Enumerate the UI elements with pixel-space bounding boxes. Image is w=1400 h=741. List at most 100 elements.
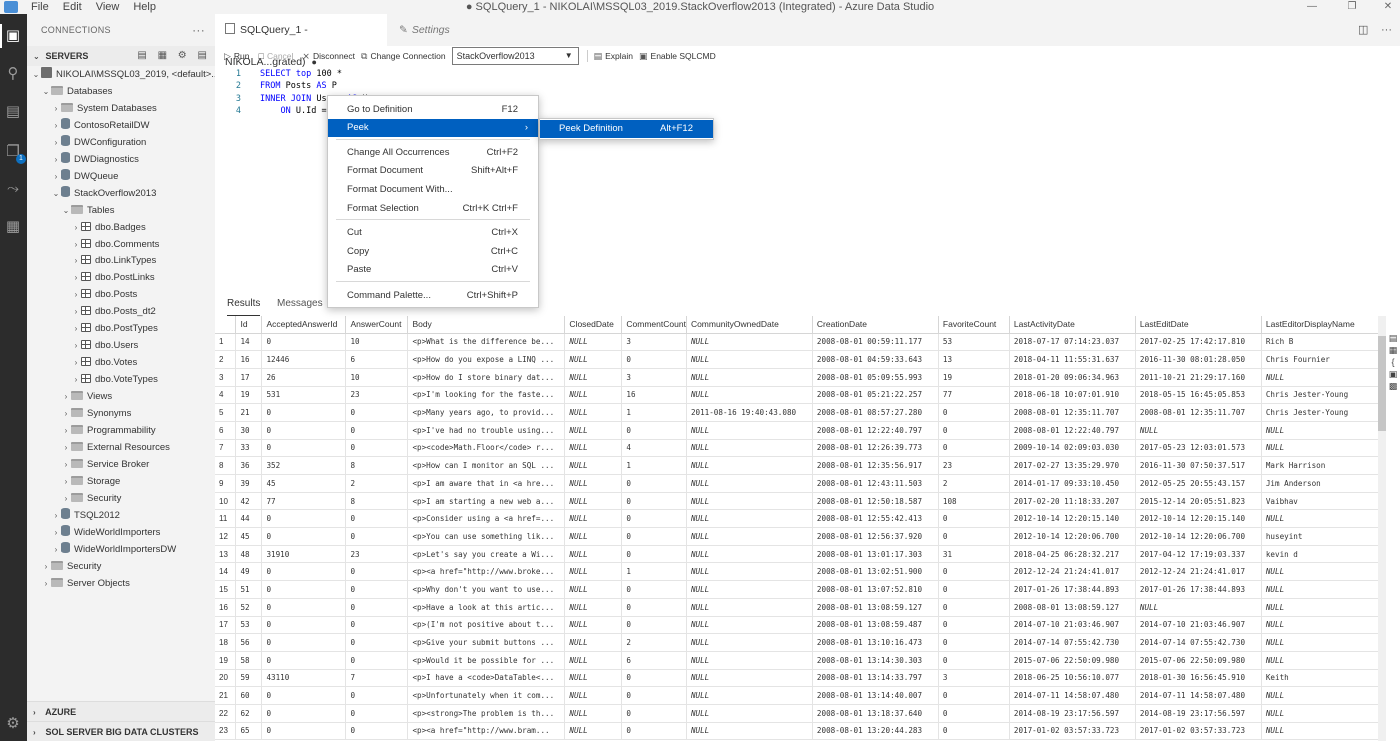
- menu-item[interactable]: Format Document Shift+Alt+F: [328, 162, 538, 180]
- table-cell[interactable]: 58: [235, 651, 263, 670]
- table-cell[interactable]: NULL: [564, 386, 623, 405]
- table-cell[interactable]: 6: [621, 651, 687, 670]
- table-cell[interactable]: 2008-08-01 13:14:33.797: [812, 669, 939, 688]
- table-cell[interactable]: 8: [345, 492, 409, 511]
- table-cell[interactable]: NULL: [686, 633, 813, 652]
- table-cell[interactable]: NULL: [1261, 368, 1380, 387]
- menu-view[interactable]: View: [89, 1, 127, 13]
- table-cell[interactable]: 2008-08-01 13:08:59.127: [812, 598, 939, 617]
- table-cell[interactable]: 1: [621, 562, 687, 582]
- column-header[interactable]: LastActivityDate: [1009, 316, 1136, 334]
- table-cell[interactable]: 2: [345, 474, 409, 493]
- table-cell[interactable]: 0: [938, 439, 1010, 458]
- table-cell[interactable]: 0: [621, 492, 687, 511]
- tab-messages[interactable]: Messages: [277, 294, 323, 316]
- table-cell[interactable]: 0: [345, 633, 409, 652]
- table-cell[interactable]: 0: [938, 686, 1010, 705]
- row-number[interactable]: 15: [215, 580, 237, 599]
- table-cell[interactable]: NULL: [1261, 421, 1380, 440]
- table-cell[interactable]: 2008-08-01 13:01:17.303: [812, 545, 939, 564]
- table-row[interactable]: 16 52 0 0 <p>Have a look at this artic... NUL…: [215, 598, 1380, 617]
- table-cell[interactable]: 0: [621, 616, 687, 635]
- table-cell[interactable]: 2008-08-01 12:55:42.413: [812, 509, 939, 529]
- table-row[interactable]: 8 36 352 8 <p>How can I monitor an SQL ... NU…: [215, 456, 1380, 475]
- table-cell[interactable]: 0: [345, 403, 409, 422]
- table-cell[interactable]: <p>How can I monitor an SQL ...: [407, 456, 566, 475]
- chevron-right-icon[interactable]: ›: [71, 371, 81, 388]
- table-cell[interactable]: 2008-08-01 13:18:37.640: [812, 704, 939, 723]
- menu-item[interactable]: Paste Ctrl+V: [328, 261, 538, 279]
- table-cell[interactable]: 2008-08-01 13:08:59.127: [1009, 598, 1136, 617]
- column-header[interactable]: AcceptedAnswerId: [261, 316, 347, 334]
- table-row[interactable]: 23 65 0 0 <p><a href="http://www.bram... NULL…: [215, 722, 1380, 741]
- table-row[interactable]: 19 58 0 0 <p>Would it be possible for ... NUL…: [215, 651, 1380, 670]
- tree-item[interactable]: › DWConfiguration: [27, 134, 215, 151]
- tree-item[interactable]: › Programmability: [27, 422, 215, 439]
- table-row[interactable]: 12 45 0 0 <p>You can use something lik... NUL…: [215, 527, 1380, 546]
- chevron-right-icon[interactable]: ›: [61, 422, 71, 439]
- chevron-right-icon[interactable]: ›: [71, 303, 81, 320]
- chevron-right-icon[interactable]: ›: [51, 100, 61, 117]
- tree-item[interactable]: ⌄ NIKOLAI\MSSQL03_2019, <default>...: [27, 66, 215, 83]
- table-cell[interactable]: NULL: [564, 439, 623, 458]
- tab-sqlquery[interactable]: SQLQuery_1 - NIKOLA...grated) ●: [215, 14, 387, 68]
- database-select[interactable]: StackOverflow2013 ▼: [451, 47, 579, 65]
- menu-item[interactable]: Copy Ctrl+C: [328, 243, 538, 261]
- table-cell[interactable]: NULL: [1261, 616, 1380, 635]
- table-cell[interactable]: 2008-08-01 12:22:40.797: [812, 421, 939, 440]
- tree-item[interactable]: › Security: [27, 490, 215, 507]
- menu-file[interactable]: File: [24, 1, 56, 13]
- table-cell[interactable]: 23: [345, 386, 409, 405]
- table-cell[interactable]: 2008-08-01 05:21:22.257: [812, 386, 939, 405]
- table-cell[interactable]: 0: [621, 704, 687, 723]
- table-row[interactable]: 13 48 31910 23 <p>Let's say you create a Wi.…: [215, 545, 1380, 564]
- table-cell[interactable]: 4: [621, 439, 687, 458]
- table-cell[interactable]: <p>(I'm not positive about t...: [407, 616, 566, 635]
- table-cell[interactable]: 12446: [261, 350, 347, 369]
- table-cell[interactable]: 0: [938, 651, 1010, 670]
- row-number[interactable]: 13: [215, 545, 237, 564]
- table-cell[interactable]: 108: [938, 492, 1010, 511]
- table-cell[interactable]: <p>Many years ago, to provid...: [407, 403, 566, 422]
- table-cell[interactable]: 2008-08-01 13:14:40.007: [812, 686, 939, 705]
- table-cell[interactable]: 2011-08-16 19:40:43.080: [686, 403, 813, 422]
- row-number[interactable]: 12: [215, 527, 237, 546]
- table-cell[interactable]: 21: [235, 403, 263, 422]
- results-scrollbar[interactable]: [1378, 316, 1386, 741]
- table-cell[interactable]: 33: [235, 439, 263, 458]
- table-cell[interactable]: NULL: [686, 368, 813, 387]
- table-cell[interactable]: <p>Consider using a <a href=...: [407, 509, 566, 529]
- table-cell[interactable]: 0: [261, 527, 347, 546]
- table-cell[interactable]: 60: [235, 686, 263, 705]
- tree-item[interactable]: › dbo.PostLinks: [27, 269, 215, 286]
- table-cell[interactable]: NULL: [686, 333, 813, 352]
- table-cell[interactable]: 2014-07-14 07:55:42.730: [1135, 633, 1262, 652]
- servers-section-header[interactable]: ⌄ SERVERS ▤ ▦ ⚙ ▤: [27, 46, 215, 66]
- table-cell[interactable]: 59: [235, 669, 263, 688]
- table-cell[interactable]: 3: [621, 368, 687, 387]
- table-cell[interactable]: 2008-08-01 05:09:55.993: [812, 368, 939, 387]
- chevron-right-icon[interactable]: ›: [71, 219, 81, 236]
- table-cell[interactable]: <p>Unfortunately when it com...: [407, 686, 566, 705]
- table-cell[interactable]: 2008-08-01 12:26:39.773: [812, 439, 939, 458]
- table-cell[interactable]: 13: [938, 350, 1010, 369]
- chevron-right-icon[interactable]: ›: [51, 507, 61, 524]
- table-cell[interactable]: Vaibhav: [1261, 492, 1380, 511]
- table-cell[interactable]: 0: [938, 562, 1010, 582]
- source-control-icon[interactable]: ⤳: [3, 179, 23, 199]
- table-cell[interactable]: 1: [621, 456, 687, 475]
- table-row[interactable]: 14 49 0 0 <p><a href="http://www.broke... NUL…: [215, 562, 1380, 582]
- tree-item[interactable]: › dbo.Badges: [27, 219, 215, 236]
- table-cell[interactable]: NULL: [686, 580, 813, 599]
- chevron-down-icon[interactable]: ⌄: [31, 66, 41, 83]
- table-cell[interactable]: 0: [345, 421, 409, 440]
- table-cell[interactable]: 0: [938, 598, 1010, 617]
- table-cell[interactable]: NULL: [686, 474, 813, 493]
- table-cell[interactable]: 2008-08-01 12:43:11.503: [812, 474, 939, 493]
- table-cell[interactable]: NULL: [686, 386, 813, 405]
- table-cell[interactable]: 0: [938, 616, 1010, 635]
- table-cell[interactable]: 0: [938, 527, 1010, 546]
- tree-item[interactable]: › DWQueue: [27, 168, 215, 185]
- table-cell[interactable]: 0: [938, 421, 1010, 440]
- chevron-right-icon[interactable]: ›: [41, 575, 51, 592]
